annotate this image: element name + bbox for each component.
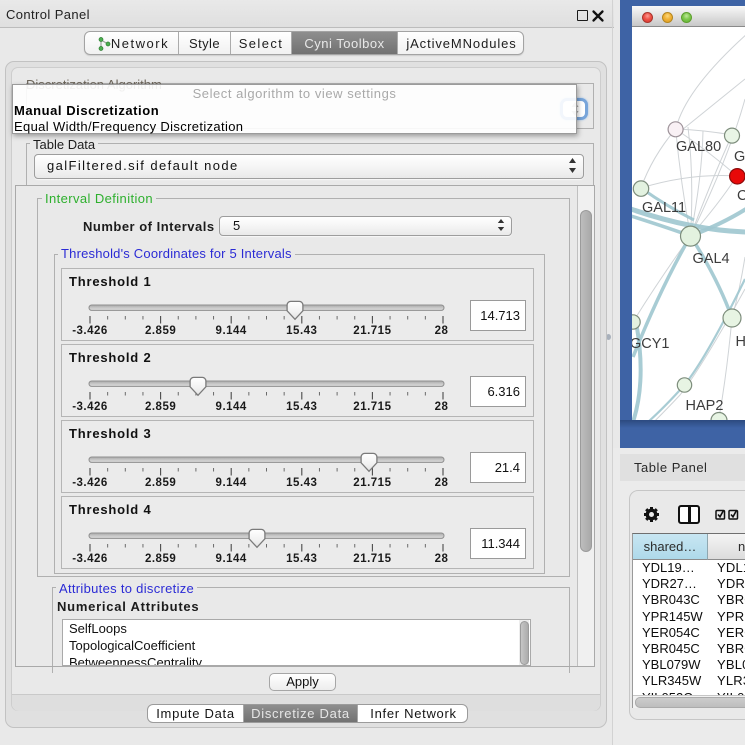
svg-text:GAL80: GAL80 [676, 139, 721, 155]
svg-text:15.43: 15.43 [286, 401, 317, 413]
svg-text:GAL11: GAL11 [642, 200, 686, 216]
svg-text:2.859: 2.859 [145, 553, 176, 565]
svg-text:21.715: 21.715 [353, 325, 391, 337]
svg-text:15.43: 15.43 [286, 477, 317, 489]
svg-text:15.43: 15.43 [286, 553, 317, 565]
svg-text:21.715: 21.715 [353, 553, 391, 565]
svg-text:9.144: 9.144 [216, 553, 247, 565]
svg-text:28: 28 [435, 553, 449, 565]
svg-text:-3.426: -3.426 [72, 553, 108, 565]
svg-text:H: H [736, 334, 745, 350]
svg-text:-3.426: -3.426 [72, 477, 108, 489]
svg-text:GCY1: GCY1 [632, 336, 670, 352]
svg-text:21.715: 21.715 [353, 477, 391, 489]
svg-text:2.859: 2.859 [145, 325, 176, 337]
svg-text:15.43: 15.43 [286, 325, 317, 337]
svg-text:-3.426: -3.426 [72, 325, 108, 337]
svg-text:28: 28 [435, 477, 449, 489]
svg-text:28: 28 [435, 401, 449, 413]
svg-text:28: 28 [435, 325, 449, 337]
svg-text:HAP2: HAP2 [686, 398, 724, 414]
svg-text:2.859: 2.859 [145, 401, 176, 413]
svg-text:9.144: 9.144 [216, 325, 247, 337]
svg-text:2.859: 2.859 [145, 477, 176, 489]
svg-text:GA: GA [734, 149, 745, 165]
svg-text:GAL4: GAL4 [693, 251, 730, 267]
svg-text:9.144: 9.144 [216, 401, 247, 413]
svg-text:21.715: 21.715 [353, 401, 391, 413]
svg-text:9.144: 9.144 [216, 477, 247, 489]
svg-text:-3.426: -3.426 [72, 401, 108, 413]
svg-text:C: C [737, 188, 745, 204]
